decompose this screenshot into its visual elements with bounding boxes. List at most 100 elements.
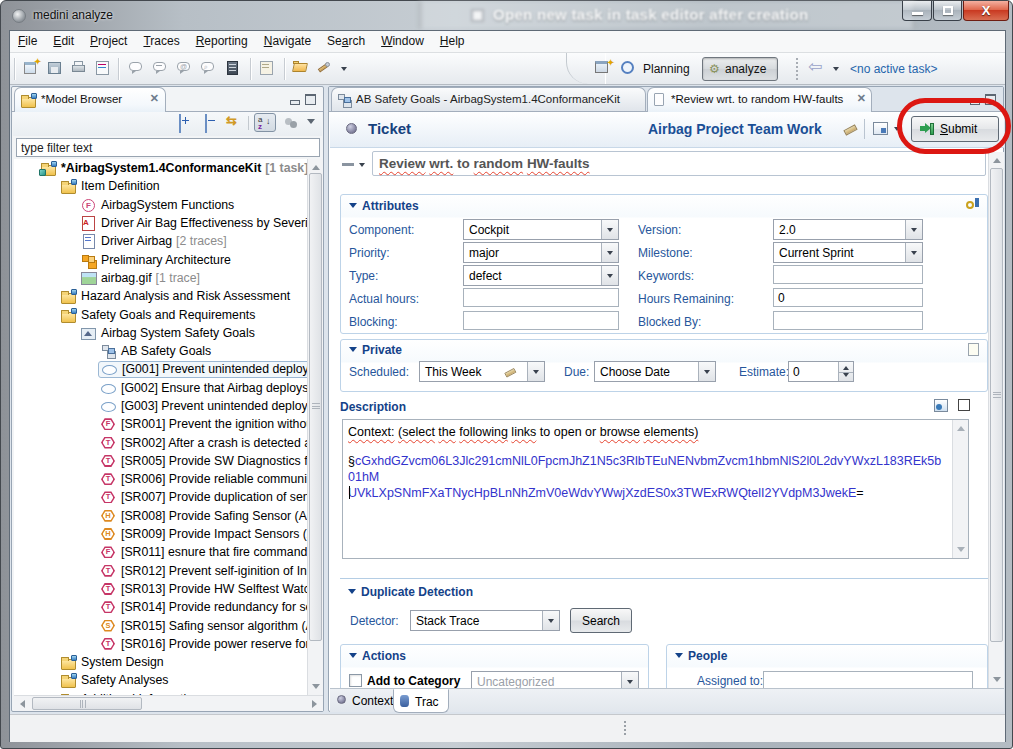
estimate-spinner[interactable]: 0	[788, 361, 854, 382]
description-link[interactable]: §cGxhdGZvcm06L3Jlc291cmNlL0FpcmJhZ1N5c3R…	[348, 453, 948, 501]
attributes-action-icon[interactable]	[966, 198, 979, 211]
back-navigation-icon[interactable]: ⇦	[808, 59, 828, 79]
private-section-header[interactable]: Private	[349, 343, 402, 357]
attr-field-component[interactable]: Cockpit	[463, 219, 619, 240]
filter-input[interactable]	[16, 138, 320, 157]
tree-item[interactable]: [G001] Prevent unintended deployment	[14, 360, 307, 378]
menu-edit[interactable]: Edit	[45, 31, 82, 53]
close-icon[interactable]: ✕	[857, 92, 866, 105]
sort-icon[interactable]: a z ↓	[254, 113, 276, 132]
tree-item[interactable]: H[SR009] Provide Impact Sensors (AS	[14, 525, 307, 543]
tree-item[interactable]: H[SR008] Provide Safing Sensor (ASIL	[14, 507, 307, 525]
editor-scrollbar[interactable]	[988, 152, 1004, 688]
tree-item[interactable]: T[SR006] Provide reliable communicat	[14, 470, 307, 488]
grid-icon[interactable]	[873, 122, 888, 135]
tree-item[interactable]: T[SR007] Provide duplication of sensc	[14, 488, 307, 506]
notes-icon[interactable]	[968, 343, 979, 356]
edit-pencil-icon[interactable]	[842, 121, 857, 136]
tree-item[interactable]: AirbagSystem Functions	[14, 196, 307, 214]
minimize-view-icon[interactable]	[288, 93, 301, 104]
tree-item[interactable]: AB Safety Goals	[14, 342, 307, 360]
toolbar-dropdown-icon[interactable]	[338, 59, 358, 79]
tree-item[interactable]: *AirbagSystem1.4ConformanceKit[1 task]	[14, 159, 307, 177]
active-task-indicator[interactable]: <no active task>	[850, 62, 937, 76]
description-textarea[interactable]: Context: (select the following links to …	[342, 419, 969, 559]
mention-icon[interactable]: @	[176, 59, 196, 79]
page-tab-context[interactable]: Context	[332, 689, 392, 713]
assigned-to-field[interactable]	[763, 671, 973, 688]
attr-field-hoursremaining[interactable]: 0	[773, 288, 923, 307]
tree-item[interactable]: System Design	[14, 653, 307, 671]
description-scrollbar[interactable]	[952, 420, 968, 558]
menu-traces[interactable]: Traces	[135, 31, 187, 53]
save-icon[interactable]	[46, 59, 66, 79]
link-with-editor-icon[interactable]: ⇆	[226, 113, 237, 128]
editor-tab-ab-safety-goals[interactable]: AB Safety Goals - AirbagSystem1.4Conform…	[331, 87, 646, 112]
minimize-button[interactable]	[902, 1, 932, 21]
search-comment-icon[interactable]: ⌕	[200, 59, 220, 79]
tree-item[interactable]: T[SR002] After a crash is detected and	[14, 433, 307, 451]
open-folder-icon[interactable]	[292, 59, 312, 79]
menu-help[interactable]: Help	[432, 31, 473, 53]
collapse-all-icon[interactable]	[205, 114, 207, 133]
attr-field-version[interactable]: 2.0	[773, 219, 923, 240]
tree-item[interactable]: T[SR012] Prevent self-iginition of Init	[14, 562, 307, 580]
people-section-header[interactable]: People	[675, 649, 727, 663]
analyze-perspective-button[interactable]: ⚙ analyze	[702, 57, 778, 81]
tree-item[interactable]: T[SR005] Provide SW Diagnostics for	[14, 452, 307, 470]
model-tree[interactable]: *AirbagSystem1.4ConformanceKit[1 task]It…	[14, 159, 307, 695]
report-icon[interactable]	[94, 59, 114, 79]
summary-menu-icon[interactable]	[342, 163, 354, 166]
add-to-category-checkbox[interactable]	[349, 674, 362, 687]
detector-combo[interactable]: Stack Trace	[410, 610, 560, 631]
tree-item[interactable]: [G003] Prevent unintended deployme	[14, 397, 307, 415]
new-comment-icon[interactable]	[128, 59, 148, 79]
open-perspective-icon[interactable]: ✦	[594, 59, 614, 79]
expand-all-icon[interactable]	[179, 114, 181, 133]
tree-item[interactable]: airbag.gif[1 trace]	[14, 269, 307, 287]
menu-navigate[interactable]: Navigate	[256, 31, 319, 53]
comments-icon[interactable]	[152, 59, 172, 79]
tree-horizontal-scrollbar[interactable]	[14, 695, 323, 711]
summary-field[interactable]: Review wrt. to random HW-faults	[372, 151, 986, 176]
tree-item[interactable]: T[SR013] Provide HW Selftest Watchd	[14, 580, 307, 598]
preview-icon[interactable]	[934, 399, 948, 412]
close-button[interactable]: X	[963, 1, 1009, 21]
tree-item[interactable]: F[SR011] esnure that fire command is	[14, 543, 307, 561]
tree-item[interactable]: Hazard Analysis and Risk Assessment	[14, 287, 307, 305]
menu-reporting[interactable]: Reporting	[188, 31, 256, 53]
attr-field-milestone[interactable]: Current Sprint	[773, 242, 923, 263]
tree-item[interactable]: Item Definition	[14, 177, 307, 195]
model-browser-tab[interactable]: *Model Browser ✕	[14, 87, 166, 112]
attributes-section-header[interactable]: Attributes	[349, 199, 419, 213]
tree-item[interactable]: F[SR001] Prevent the ignition without	[14, 415, 307, 433]
scheduled-combo[interactable]: This Week	[419, 361, 545, 382]
attr-field-blocking[interactable]	[463, 311, 619, 330]
brush-icon[interactable]	[316, 59, 336, 79]
category-combo[interactable]: Uncategorized	[471, 671, 639, 688]
page-tab-trac[interactable]: Trac	[393, 689, 449, 713]
restore-button[interactable]	[933, 1, 962, 21]
due-combo[interactable]: Choose Date	[594, 361, 716, 382]
menu-search[interactable]: Search	[319, 31, 373, 53]
print-icon[interactable]	[70, 59, 90, 79]
tree-item[interactable]: S[SR015] Safing sensor algorithm (AS	[14, 616, 307, 634]
description-section-header[interactable]: Description	[340, 400, 406, 414]
attr-field-type[interactable]: defect	[463, 265, 619, 286]
tree-item[interactable]: Driver Airbag[2 traces]	[14, 232, 307, 250]
menu-project[interactable]: Project	[82, 31, 135, 53]
search-button[interactable]: Search	[570, 608, 632, 633]
attr-field-blockedby[interactable]	[773, 311, 923, 330]
tree-item[interactable]: Preliminary Architecture	[14, 250, 307, 268]
tree-item[interactable]: [G002] Ensure that Airbag deploys in	[14, 379, 307, 397]
planning-label[interactable]: Planning	[643, 62, 690, 76]
tree-item[interactable]: Safety Goals and Requirements	[14, 305, 307, 323]
maximize-view-icon[interactable]	[304, 93, 317, 104]
new-icon[interactable]: ✦	[22, 59, 42, 79]
back-dropdown-icon[interactable]	[830, 59, 850, 79]
menu-window[interactable]: Window	[373, 31, 432, 53]
menu-file[interactable]: File	[10, 31, 45, 53]
attr-field-actualhours[interactable]	[463, 288, 619, 307]
attr-field-priority[interactable]: major	[463, 242, 619, 263]
attr-field-keywords[interactable]	[773, 265, 923, 284]
